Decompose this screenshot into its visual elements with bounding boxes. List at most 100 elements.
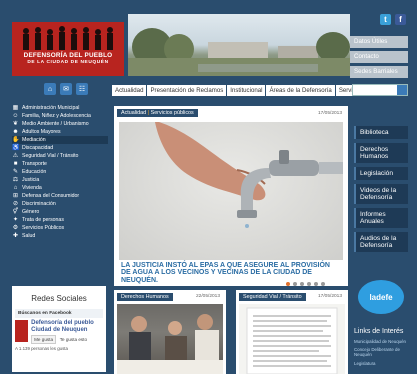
discrimination-icon: ⊘	[12, 201, 19, 207]
tab-actualidad[interactable]: Actualidad	[112, 85, 147, 96]
page: DEFENSORÍA DEL PUEBLO DE LA CIUDAD DE NE…	[0, 0, 417, 374]
ladefe-logo[interactable]: ladefe	[358, 280, 404, 314]
slider-dots	[286, 282, 325, 286]
education-icon: ✎	[12, 169, 19, 175]
slider-dot[interactable]	[300, 282, 304, 286]
people-silhouette-icon	[23, 26, 113, 50]
menu-item[interactable]: ■ Transporte	[12, 160, 108, 168]
link-videos[interactable]: Videos de la Defensoría	[354, 184, 408, 204]
slide-image[interactable]	[119, 122, 343, 260]
link-derechos-humanos[interactable]: Derechos Humanos	[354, 143, 408, 163]
menu-item[interactable]: ♿ Discapacidad	[12, 144, 108, 152]
like-button[interactable]: Me gusta	[31, 335, 57, 344]
facebook-page-thumbnail[interactable]	[15, 320, 29, 342]
tab-areas[interactable]: Áreas de la Defensoría	[266, 85, 335, 96]
link-contacto[interactable]: Contacto	[350, 51, 408, 63]
news-card[interactable]: Derechos Humanos 22/05/2013	[114, 290, 226, 374]
social-subtitle: Búscanos en Facebook	[15, 309, 103, 318]
nav-icons: ⌂ ✉ ☷	[44, 83, 88, 95]
link-municipalidad[interactable]: Municipalidad de Neuquén	[354, 339, 410, 344]
menu-item[interactable]: ☻ Adultos Mayores	[12, 128, 108, 136]
faucet-photo	[155, 122, 343, 228]
menu-item[interactable]: ⚠ Seguridad Vial / Tránsito	[12, 152, 108, 160]
house-icon: ⌂	[13, 185, 18, 191]
social-title: Redes Sociales	[31, 294, 87, 303]
menu-item[interactable]: ⊞ Defensa del Consumidor	[12, 192, 108, 200]
logo-title: DEFENSORÍA DEL PUEBLO	[23, 52, 113, 59]
links-title: Links de Interés	[354, 328, 404, 335]
building-icon: ▦	[12, 105, 19, 111]
news-date: 22/05/2013	[195, 294, 220, 299]
link-legislacion[interactable]: Legislación	[354, 167, 408, 180]
social-icons: t f	[380, 14, 406, 25]
header: DEFENSORÍA DEL PUEBLO DE LA CIUDAD DE NE…	[8, 8, 408, 78]
leaf-icon: ❦	[12, 121, 19, 127]
news-date: 17/05/2013	[317, 294, 342, 299]
search-button[interactable]	[397, 85, 407, 95]
like-text: Te gusta esto	[59, 337, 88, 342]
menu-item[interactable]: ✚ Salud	[12, 232, 108, 240]
news-card[interactable]: Seguridad Vial / Tránsito 17/05/2013	[236, 290, 348, 374]
menu-item[interactable]: ❦ Medio Ambiente / Urbanismo	[12, 120, 108, 128]
links-de-interes: Links de Interés Municipalidad de Neuqué…	[354, 328, 410, 369]
menu-item[interactable]: ✦ Trata de personas	[12, 216, 108, 224]
news-category: Seguridad Vial / Tránsito	[239, 293, 306, 301]
facebook-card: Defensoría del pueblo Ciudad de Neuquen …	[15, 320, 103, 344]
news-category: Derechos Humanos	[117, 293, 173, 301]
featured-slider[interactable]: Actualidad | Servicios públicos 17/05/20…	[114, 106, 348, 286]
link-legislatura[interactable]: Legislatura	[354, 361, 410, 366]
search-input[interactable]	[352, 84, 408, 96]
tab-presentacion-reclamos[interactable]: Presentación de Reclamos	[147, 85, 227, 96]
link-biblioteca[interactable]: Biblioteca	[354, 126, 408, 139]
news-image[interactable]	[117, 304, 223, 374]
menu-item[interactable]: ⊘ Discriminación	[12, 200, 108, 208]
person-icon: ✦	[12, 217, 19, 223]
cart-icon: ⊞	[12, 193, 19, 199]
menu-item[interactable]: ✎ Educación	[12, 168, 108, 176]
header-photo	[128, 14, 350, 76]
family-icon: ☺	[12, 113, 19, 119]
elderly-icon: ☻	[12, 129, 19, 135]
link-informes[interactable]: Informes Anuales	[354, 208, 408, 228]
slider-dot[interactable]	[321, 282, 325, 286]
menu-item[interactable]: ⌂ Vivienda	[12, 184, 108, 192]
slider-dot[interactable]	[307, 282, 311, 286]
logo[interactable]: DEFENSORÍA DEL PUEBLO DE LA CIUDAD DE NE…	[12, 22, 124, 76]
justice-icon: ⚖	[12, 177, 19, 183]
link-audios[interactable]: Audios de la Defensoría	[354, 232, 408, 252]
menu-item[interactable]: ✋ Mediación	[12, 136, 108, 144]
slider-dot[interactable]	[286, 282, 290, 286]
navbar: ⌂ ✉ ☷ Actualidad Presentación de Reclamo…	[8, 82, 408, 98]
link-datos-utiles[interactable]: Datos Útiles	[350, 36, 408, 48]
health-icon: ✚	[12, 233, 19, 239]
sitemap-icon[interactable]: ☷	[76, 83, 88, 95]
link-sedes-barriales[interactable]: Sedes Barriales	[350, 66, 408, 78]
like-count: A 1.139 personas les gusta	[15, 346, 68, 351]
right-menu: Biblioteca Derechos Humanos Legislación …	[354, 126, 408, 256]
wheelchair-icon: ♿	[12, 145, 20, 151]
news-document-image[interactable]	[239, 304, 345, 374]
menu-item[interactable]: ▦ Administración Municipal	[12, 104, 108, 112]
facebook-icon[interactable]: f	[395, 14, 406, 25]
slider-dot[interactable]	[293, 282, 297, 286]
mail-icon[interactable]: ✉	[60, 83, 72, 95]
faucet-icon: ⚙	[12, 225, 19, 231]
traffic-icon: ⚠	[12, 153, 19, 159]
facebook-page-name[interactable]: Defensoría del pueblo Ciudad de Neuquen	[31, 320, 103, 333]
slide-category: Actualidad | Servicios públicos	[117, 109, 198, 117]
slider-dot[interactable]	[314, 282, 318, 286]
menu-item[interactable]: ⚖ Justicia	[12, 176, 108, 184]
handshake-icon: ✋	[12, 137, 20, 143]
slide-date: 17/05/2013	[317, 111, 342, 116]
nav-tabs: Actualidad Presentación de Reclamos Inst…	[112, 85, 367, 96]
menu-item[interactable]: ⚙ Servicios Públicos	[12, 224, 108, 232]
left-menu: ▦ Administración Municipal ☺ Familia, Niñe…	[12, 104, 108, 240]
slide-headline[interactable]: LA JUSTICIA INSTÓ AL EPAS A QUE ASEGURE …	[121, 262, 341, 284]
home-icon[interactable]: ⌂	[44, 83, 56, 95]
menu-item[interactable]: ☺ Familia, Niñez y Adolescencia	[12, 112, 108, 120]
tab-institucional[interactable]: Institucional	[227, 85, 266, 96]
link-concejo[interactable]: Concejo Deliberante de Neuquén	[354, 347, 410, 357]
header-side-links: Datos Útiles Contacto Sedes Barriales	[350, 36, 408, 81]
twitter-icon[interactable]: t	[380, 14, 391, 25]
menu-item[interactable]: ⚥ Género	[12, 208, 108, 216]
